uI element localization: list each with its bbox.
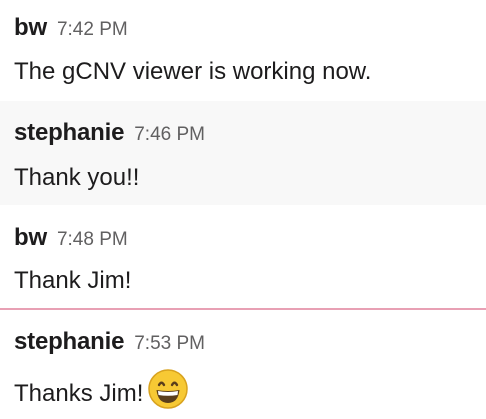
message-header: bw 7:42 PM (14, 14, 128, 42)
message-timestamp[interactable]: 7:46 PM (134, 124, 205, 145)
message-timestamp[interactable]: 7:42 PM (57, 19, 128, 40)
message-item[interactable]: bw 7:48 PM Thank Jim! (0, 205, 486, 308)
message-header: bw 7:48 PM (14, 224, 128, 252)
message-text: Thanks Jim! (14, 379, 144, 407)
message-author[interactable]: bw (14, 224, 47, 251)
message-text: Thank you!! (14, 164, 140, 191)
message-item[interactable]: bw 7:42 PM The gCNV viewer is working now… (0, 0, 486, 100)
message-item[interactable]: stephanie 7:46 PM Thank you!! (0, 101, 486, 205)
message-text: Thank Jim! (14, 267, 132, 294)
message-author[interactable]: bw (14, 14, 47, 41)
message-text: The gCNV viewer is working now. (14, 58, 372, 85)
grinning-face-icon[interactable] (147, 368, 189, 417)
message-timestamp[interactable]: 7:48 PM (57, 229, 128, 250)
message-header: stephanie 7:53 PM (14, 328, 205, 356)
message-header: stephanie 7:46 PM (14, 119, 205, 147)
message-author[interactable]: stephanie (14, 119, 124, 146)
message-item[interactable]: stephanie 7:53 PM Thanks Jim! (0, 310, 486, 418)
message-content: Thanks Jim! (14, 368, 189, 419)
message-timestamp[interactable]: 7:53 PM (134, 333, 205, 354)
message-author[interactable]: stephanie (14, 328, 124, 355)
